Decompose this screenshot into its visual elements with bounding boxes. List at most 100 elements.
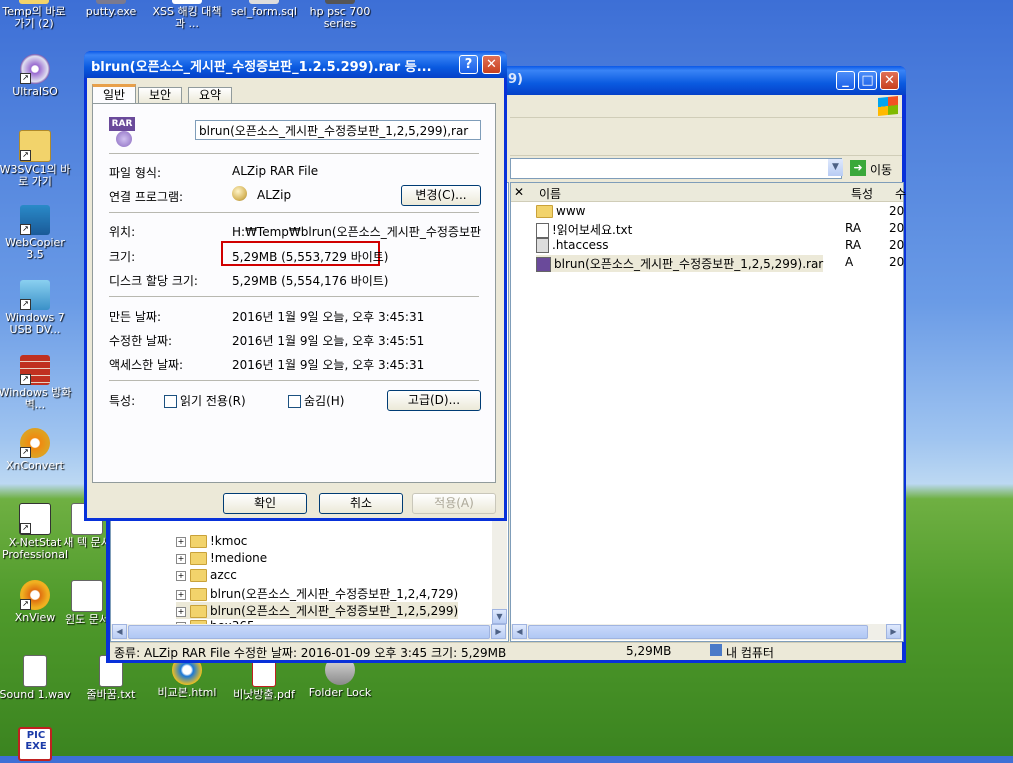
tab-general[interactable]: 일반 bbox=[92, 84, 136, 104]
desktop-icon-putty[interactable]: putty.exe bbox=[73, 0, 149, 18]
chevron-down-icon[interactable]: ▼ bbox=[828, 159, 843, 176]
xnview-icon: ↗ bbox=[20, 580, 50, 610]
tab-summary[interactable]: 요약 bbox=[188, 87, 232, 104]
file-hscrollbar[interactable]: ◀ ▶ bbox=[511, 624, 902, 640]
help-button[interactable]: ? bbox=[459, 55, 478, 74]
modified-label: 수정한 날짜: bbox=[109, 334, 173, 348]
checkbox-label: 숨김(H) bbox=[304, 394, 345, 408]
change-button[interactable]: 변경(C)... bbox=[401, 185, 481, 206]
tab-label: 보안 bbox=[148, 88, 172, 102]
dialog-close-button[interactable]: ✕ bbox=[482, 55, 501, 74]
pic-exe-icon-text: PIC EXE bbox=[25, 730, 47, 752]
desktop-icon-temp-shortcut[interactable]: Temp의 바로 가기 (2) bbox=[0, 0, 72, 30]
disk-size-label: 디스크 할당 크기: bbox=[109, 274, 198, 288]
scroll-thumb[interactable] bbox=[128, 625, 490, 639]
file-row-selected[interactable]: blrun(오픈소스_게시판_수정증보판_1,2,5,299).rar bbox=[536, 255, 824, 272]
file-name: !읽어보세요.txt bbox=[552, 223, 633, 237]
tree-item-selected[interactable]: + blrun(오픈소스_게시판_수정증보판_1,2,5,299) bbox=[176, 602, 459, 619]
desktop-icon-label: XSS 해킹 대책과 ... bbox=[152, 5, 222, 30]
file-row[interactable]: !읽어보세요.txt bbox=[536, 221, 632, 238]
minimize-button[interactable]: _ bbox=[836, 71, 855, 90]
desktop-icon-firewall[interactable]: ↗ Windows 방화벽... bbox=[0, 355, 73, 411]
column-attributes[interactable]: 특성 bbox=[851, 185, 873, 202]
expand-icon[interactable]: + bbox=[176, 606, 186, 617]
expand-icon[interactable]: + bbox=[176, 589, 186, 600]
divider bbox=[109, 212, 479, 213]
desktop-icon-label: Windows 방화벽... bbox=[0, 386, 72, 411]
button-label: 확인 bbox=[253, 496, 277, 510]
open-with-value: ALZip bbox=[257, 188, 292, 202]
file-list: ✕ 이름 특성 수 www 20 !읽어보세요.txt RA 20 .htacc… bbox=[510, 182, 906, 642]
maximize-button[interactable]: □ bbox=[858, 71, 877, 90]
document-icon bbox=[172, 0, 202, 4]
rar-file-icon: RAR bbox=[109, 117, 137, 149]
folder-icon bbox=[190, 569, 207, 582]
windows-logo-icon bbox=[878, 95, 898, 117]
tree-item-label: !kmoc bbox=[210, 534, 248, 548]
readonly-checkbox[interactable]: 읽기 전용(R) bbox=[164, 392, 246, 409]
desktop-icon-sound-wav[interactable]: Sound 1.wav bbox=[0, 655, 73, 701]
go-button[interactable]: 이동 bbox=[870, 161, 892, 178]
location-label: 위치: bbox=[109, 225, 136, 239]
tree-item[interactable]: + !medione bbox=[176, 551, 267, 565]
expand-icon[interactable]: + bbox=[176, 553, 186, 564]
desktop-icon-xnconvert[interactable]: ↗ XnConvert bbox=[0, 428, 73, 472]
scroll-thumb[interactable] bbox=[528, 625, 868, 639]
file-name: blrun(오픈소스_게시판_수정증보판_1,2,5,299).rar bbox=[554, 257, 824, 271]
tab-security[interactable]: 보안 bbox=[138, 87, 182, 104]
xnconvert-icon: ↗ bbox=[20, 428, 50, 458]
cancel-button[interactable]: 취소 bbox=[319, 493, 403, 514]
scroll-left-icon[interactable]: ◀ bbox=[512, 624, 527, 639]
modified-value: 2016년 1월 9일 오늘, 오후 3:45:51 bbox=[232, 334, 425, 348]
tree-item[interactable]: + !kmoc bbox=[176, 534, 247, 548]
desktop-icon-label: 비낫방출.pdf bbox=[233, 688, 295, 701]
scroll-right-icon[interactable]: ▶ bbox=[886, 624, 901, 639]
tree-hscrollbar[interactable]: ◀ ▶ bbox=[111, 624, 507, 640]
file-type-label: 파일 형식: bbox=[109, 166, 162, 180]
desktop-icon-label: Folder Lock bbox=[308, 686, 372, 699]
desktop-icon-xss[interactable]: XSS 해킹 대책과 ... bbox=[149, 0, 225, 30]
desktop-icon-w3svc1[interactable]: ↗ W3SVC1의 바로 가기 bbox=[0, 130, 73, 188]
rar-file-icon bbox=[536, 257, 551, 272]
close-icon[interactable]: ✕ bbox=[514, 185, 524, 199]
scroll-right-icon[interactable]: ▶ bbox=[491, 624, 506, 639]
desktop-icon-hp-psc[interactable]: hp psc 700 series bbox=[302, 0, 378, 30]
properties-dialog: blrun(오픈소스_게시판_수정증보판_1.2.5.299).rar 등...… bbox=[84, 51, 507, 521]
expand-icon[interactable]: + bbox=[176, 536, 186, 547]
apply-button[interactable]: 적용(A) bbox=[412, 493, 496, 514]
column-extra[interactable]: 수 bbox=[895, 185, 906, 202]
advanced-button[interactable]: 고급(D)... bbox=[387, 390, 481, 411]
tree-item-label: blrun(오픈소스_게시판_수정증보판_1,2,5,299) bbox=[210, 604, 459, 618]
go-arrow-icon[interactable]: ➜ bbox=[850, 160, 866, 176]
desktop-icon-windo-doc[interactable]: 윈도 문서 bbox=[62, 580, 112, 626]
status-size: 5,29MB bbox=[626, 644, 672, 658]
tree-item-label: azcc bbox=[210, 568, 237, 582]
desktop-icon-label: Temp의 바로 가기 (2) bbox=[2, 5, 66, 30]
folder-icon bbox=[190, 605, 207, 618]
button-label: 고급(D)... bbox=[407, 393, 461, 407]
desktop-icon-sel-form[interactable]: sel_form.sql bbox=[226, 0, 302, 18]
column-name[interactable]: 이름 bbox=[539, 185, 561, 202]
close-icon[interactable]: ✕ bbox=[880, 71, 899, 90]
checkbox-icon[interactable] bbox=[288, 395, 301, 408]
tree-item[interactable]: + azcc bbox=[176, 568, 237, 582]
desktop-icon-ultraiso[interactable]: ↗ UltraISO bbox=[0, 54, 73, 98]
hidden-checkbox[interactable]: 숨김(H) bbox=[288, 392, 344, 409]
sql-file-icon bbox=[249, 0, 279, 4]
file-row[interactable]: .htaccess bbox=[536, 238, 609, 253]
desktop-icon-webcopier[interactable]: ↗ WebCopier 3.5 bbox=[0, 205, 73, 261]
dialog-titlebar[interactable]: blrun(오픈소스_게시판_수정증보판_1.2.5.299).rar 등...… bbox=[84, 51, 507, 78]
desktop-icon-win7-usb[interactable]: ↗ Windows 7 USB DV... bbox=[0, 280, 73, 336]
address-input[interactable] bbox=[510, 158, 842, 179]
scroll-down-icon[interactable]: ▼ bbox=[492, 609, 507, 624]
file-name: www bbox=[556, 204, 586, 218]
tree-item[interactable]: + blrun(오픈소스_게시판_수정증보판_1,2,4,729) bbox=[176, 585, 458, 602]
expand-icon[interactable]: + bbox=[176, 570, 186, 581]
file-row[interactable]: www bbox=[536, 204, 585, 218]
ok-button[interactable]: 확인 bbox=[223, 493, 307, 514]
checkbox-icon[interactable] bbox=[164, 395, 177, 408]
scroll-left-icon[interactable]: ◀ bbox=[112, 624, 127, 639]
divider bbox=[109, 380, 479, 381]
filename-input[interactable]: blrun(오픈소스_게시판_수정증보판_1,2,5,299),rar bbox=[195, 120, 481, 140]
tree-item-label: blrun(오픈소스_게시판_수정증보판_1,2,4,729) bbox=[210, 587, 459, 601]
